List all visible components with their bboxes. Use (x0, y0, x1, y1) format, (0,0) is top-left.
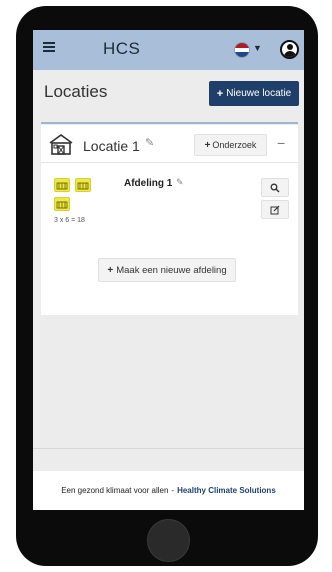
plus-icon: + (107, 264, 114, 276)
edit-button[interactable] (261, 200, 289, 219)
footer-divider (33, 448, 304, 449)
brand-title[interactable]: HCS (103, 39, 140, 59)
new-department-label: Maak een nieuwe afdeling (116, 264, 227, 276)
hamburger-icon[interactable] (43, 42, 55, 56)
footer-separator: - (171, 486, 175, 495)
pencil-icon[interactable]: ✎ (176, 177, 184, 188)
header-divider (41, 122, 298, 124)
app-screen: HCS ▼ Locaties + Nieuwe locatie Locatie … (33, 30, 304, 510)
location-name: Locatie 1 (83, 138, 140, 154)
navbar: HCS ▼ (33, 30, 304, 70)
cage-count: 3 x 6 = 18 (54, 217, 85, 224)
location-card: Locatie 1 ✎ + Onderzoek − 3 x 6 = 18 Afd… (41, 125, 298, 315)
page-title: Locaties (44, 82, 108, 101)
location-card-header: Locatie 1 ✎ + Onderzoek − (41, 125, 298, 163)
search-button[interactable] (261, 178, 289, 197)
collapse-icon[interactable]: − (277, 135, 285, 151)
footer: Een gezond klimaat voor allen - Healthy … (33, 471, 304, 510)
pencil-icon[interactable]: ✎ (145, 136, 154, 149)
barn-icon (49, 134, 73, 155)
plus-icon: + (204, 139, 211, 151)
new-location-button[interactable]: + Nieuwe locatie (209, 81, 299, 106)
netherlands-flag-icon[interactable] (234, 42, 250, 58)
new-department-button[interactable]: + Maak een nieuwe afdeling (98, 258, 236, 282)
home-button[interactable] (147, 519, 190, 562)
edit-icon (270, 205, 280, 214)
footer-link[interactable]: Healthy Climate Solutions (177, 486, 276, 495)
user-circle-icon[interactable] (280, 40, 299, 59)
search-icon (270, 183, 280, 192)
cage-icon (54, 178, 70, 192)
chevron-down-icon[interactable]: ▼ (253, 43, 262, 53)
department-name: Afdeling 1 (124, 178, 173, 189)
cage-icon (75, 178, 91, 192)
plus-icon: + (216, 87, 224, 100)
research-button[interactable]: + Onderzoek (194, 134, 267, 156)
footer-text: Een gezond klimaat voor allen (61, 486, 169, 495)
research-label: Onderzoek (212, 140, 257, 150)
new-location-label: Nieuwe locatie (226, 88, 292, 99)
cage-icon (54, 197, 70, 211)
